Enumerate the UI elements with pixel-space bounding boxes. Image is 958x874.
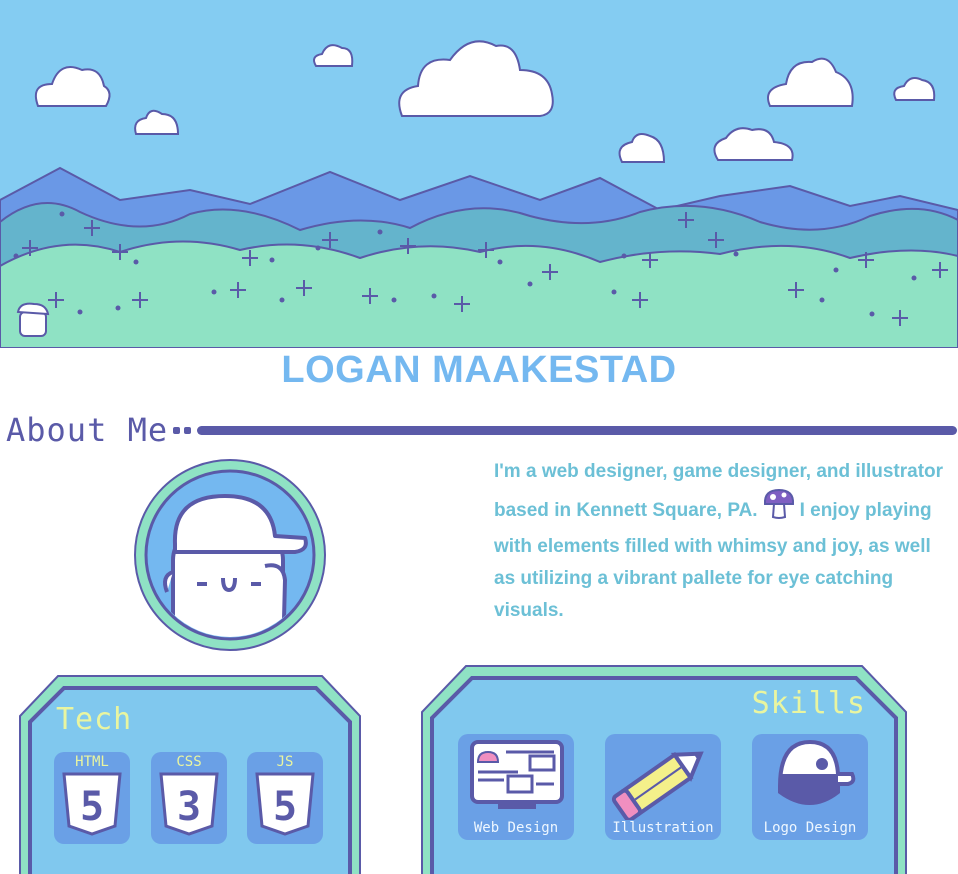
tech-label-css: CSS (176, 754, 202, 770)
cap-icon (778, 739, 856, 805)
js-badge: 5 JS (247, 752, 323, 844)
skill-label: Web Design (473, 820, 559, 836)
mini-character-icon (16, 302, 50, 337)
html5-badge: 5 HTML (54, 752, 130, 844)
site-title: LOGAN MAAKESTAD (281, 349, 677, 391)
pencil-icon (611, 751, 704, 822)
heading-divider (173, 426, 957, 435)
skills-panel: Skills Web Design Illustration Logo Desi… (420, 664, 908, 874)
skill-label: Logo Design (763, 820, 857, 836)
tech-digit: 3 (177, 784, 201, 830)
skill-tile-illustration[interactable]: Illustration (605, 734, 721, 840)
monitor-icon (470, 740, 564, 809)
avatar (133, 458, 329, 659)
about-heading: About Me (6, 411, 169, 449)
skill-label: Illustration (612, 820, 714, 836)
skills-title: Skills (751, 686, 866, 721)
about-section-header: About Me (6, 410, 957, 450)
hero-landscape (0, 0, 958, 348)
tech-digit: 5 (273, 784, 297, 830)
skill-tile-logo-design[interactable]: Logo Design (752, 734, 868, 840)
tech-digit: 5 (80, 784, 104, 830)
mushroom-icon (762, 488, 796, 531)
skill-tile-web-design[interactable]: Web Design (458, 734, 574, 840)
bio-text: I'm a web designer, game designer, and i… (494, 456, 944, 627)
tech-title: Tech (56, 702, 133, 737)
tech-label-html: HTML (75, 754, 109, 770)
css3-badge: 3 CSS (151, 752, 227, 844)
tech-panel: Tech 5 HTML 3 CSS 5 JS (18, 674, 362, 874)
tech-label-js: JS (276, 754, 294, 770)
